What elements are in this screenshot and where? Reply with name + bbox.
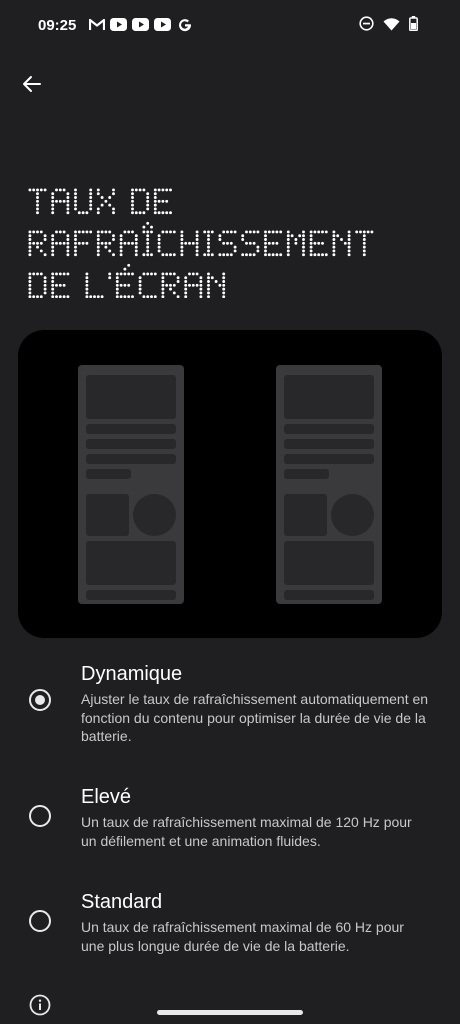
option-title: Standard [81,891,163,913]
wifi-icon [383,17,400,36]
back-button[interactable] [18,70,46,98]
page-title [28,178,438,298]
option-dynamique[interactable]: Dynamique Ajuster le taux de rafraîchiss… [0,660,460,750]
phone-illustration [78,365,184,604]
radio-button[interactable] [29,805,51,827]
youtube-icon [154,16,171,33]
youtube-icon [110,16,127,33]
option-description: Un taux de rafraîchissement maximal de 1… [81,814,412,849]
radio-button[interactable] [29,910,51,932]
option-description: Ajuster le taux de rafraîchissement auto… [81,691,429,744]
option-standard[interactable]: Standard Un taux de rafraîchissement max… [0,889,460,961]
google-icon [176,16,193,33]
status-time: 09:25 [38,17,77,34]
refresh-rate-preview [18,330,442,638]
phone-illustration [276,365,382,604]
home-indicator[interactable] [157,1010,303,1015]
system-icons [359,16,418,36]
info-icon [29,994,51,1016]
option-eleve[interactable]: Elevé Un taux de rafraîchissement maxima… [0,784,460,856]
youtube-icon [132,16,149,33]
option-title: Dynamique [81,663,183,685]
arrow-left-icon [23,76,41,92]
option-description: Un taux de rafraîchissement maximal de 6… [81,919,404,954]
battery-icon [409,16,418,36]
notification-icons [88,16,193,33]
option-title: Elevé [81,786,132,808]
status-bar: 09:25 [0,0,460,56]
radio-button-selected[interactable] [29,689,51,711]
do-not-disturb-icon [359,16,374,36]
gmail-icon [88,16,105,33]
